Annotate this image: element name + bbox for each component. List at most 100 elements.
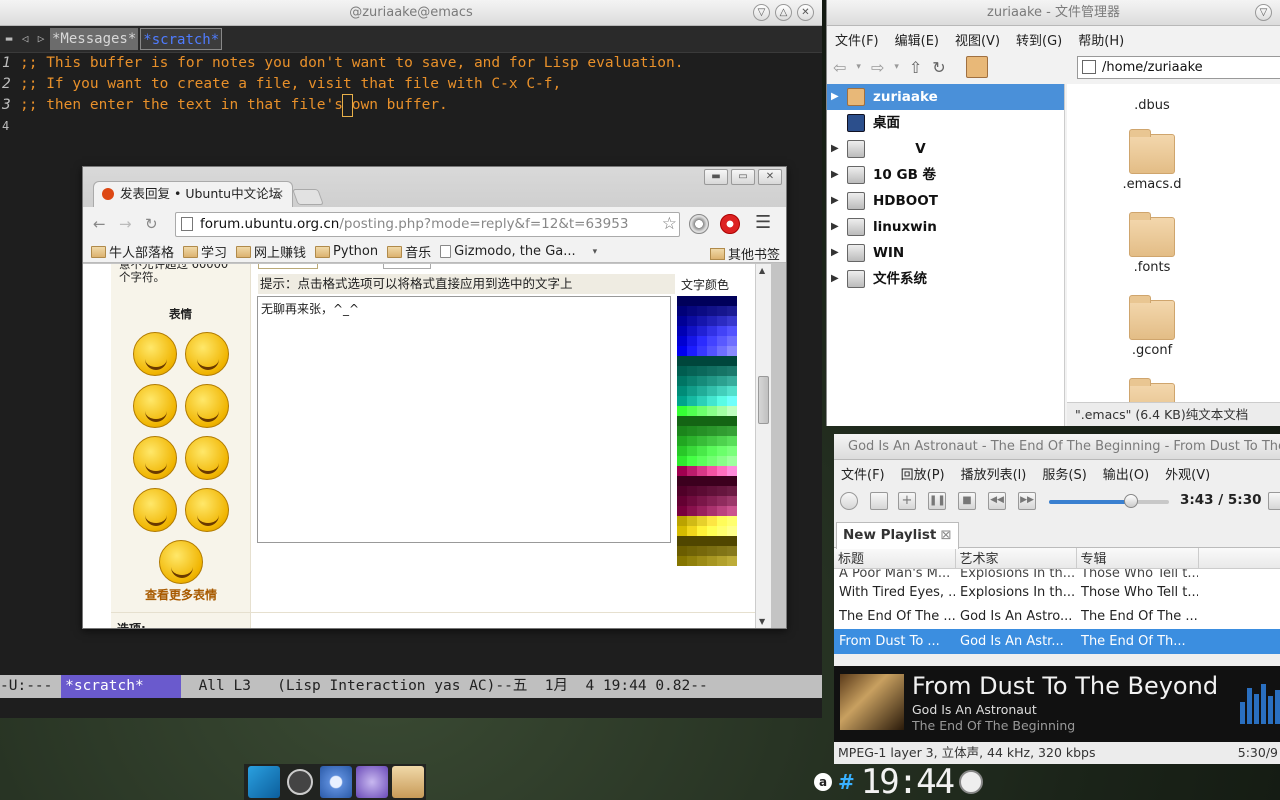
color-swatch[interactable]	[717, 516, 727, 526]
color-swatch[interactable]	[727, 376, 737, 386]
expand-icon[interactable]: ▶	[831, 84, 839, 110]
color-swatch[interactable]	[727, 476, 737, 486]
color-swatch[interactable]	[677, 386, 687, 396]
smiley-icon[interactable]	[133, 384, 177, 428]
color-swatch[interactable]	[697, 386, 707, 396]
menu-view[interactable]: 视图(V)	[955, 30, 1000, 49]
color-swatch[interactable]	[717, 296, 727, 306]
color-swatch[interactable]	[687, 556, 697, 566]
more-emoticons-link[interactable]: 查看更多表情	[111, 586, 251, 603]
menu-appearance[interactable]: 外观(V)	[1165, 464, 1210, 483]
color-swatch[interactable]	[707, 306, 717, 316]
color-swatch[interactable]	[727, 526, 737, 536]
file-item[interactable]	[1107, 378, 1197, 402]
menu-playback[interactable]: 回放(P)	[901, 464, 945, 483]
color-swatch[interactable]	[687, 316, 697, 326]
menu-output[interactable]: 输出(O)	[1103, 464, 1149, 483]
color-swatch[interactable]	[697, 396, 707, 406]
previous-icon[interactable]: ◀◀	[988, 492, 1006, 510]
color-swatch[interactable]	[717, 486, 727, 496]
page-scrollbar[interactable]: ▲ ▼	[755, 264, 771, 628]
color-swatch[interactable]	[727, 536, 737, 546]
table-row[interactable]: The End Of The ... God Is An Astro... The …	[834, 605, 1280, 630]
color-swatch[interactable]	[677, 406, 687, 416]
color-swatch[interactable]	[707, 436, 717, 446]
bookmark-folder[interactable]: 音乐	[387, 242, 431, 261]
color-swatch[interactable]	[697, 336, 707, 346]
file-item[interactable]: .gconf	[1107, 295, 1197, 358]
expand-icon[interactable]: ▶	[831, 188, 839, 214]
color-swatch[interactable]	[727, 466, 737, 476]
color-swatch[interactable]	[687, 356, 697, 366]
color-swatch[interactable]	[697, 556, 707, 566]
menu-file[interactable]: 文件(F)	[841, 464, 885, 483]
home-icon[interactable]	[965, 56, 988, 78]
table-row[interactable]: From Dust To ... God Is An Astr... The End…	[834, 629, 1280, 654]
color-swatch[interactable]	[687, 486, 697, 496]
color-swatch[interactable]	[677, 326, 687, 336]
color-swatch[interactable]	[727, 346, 737, 356]
color-swatch[interactable]	[687, 456, 697, 466]
menu-services[interactable]: 服务(S)	[1042, 464, 1086, 483]
color-swatch[interactable]	[697, 346, 707, 356]
star-icon[interactable]: ☆	[662, 213, 677, 236]
color-swatch[interactable]	[717, 346, 727, 356]
smiley-icon[interactable]	[185, 436, 229, 480]
color-swatch[interactable]	[707, 476, 717, 486]
color-swatch[interactable]	[727, 396, 737, 406]
color-swatch[interactable]	[697, 356, 707, 366]
color-swatch[interactable]	[687, 296, 697, 306]
color-swatch[interactable]	[697, 296, 707, 306]
table-row[interactable]: With Tired Eyes, ... Explosions In th... T…	[834, 580, 1280, 605]
color-swatch[interactable]	[697, 436, 707, 446]
color-swatch[interactable]	[717, 436, 727, 446]
color-swatch[interactable]	[707, 346, 717, 356]
color-swatch[interactable]	[707, 516, 717, 526]
column-header-album[interactable]: 专辑	[1076, 548, 1199, 569]
network-icon[interactable]: #	[838, 770, 855, 794]
reload-icon[interactable]: ↻	[145, 215, 158, 233]
tab-messages[interactable]: *Messages*	[50, 28, 139, 50]
color-swatch[interactable]	[707, 396, 717, 406]
place-item[interactable]: ▶ WIN	[827, 240, 1064, 266]
place-item[interactable]: ▶ 10 GB 卷	[827, 162, 1064, 188]
table-row[interactable]: A Poor Man's M... Explosions In th... Thos…	[834, 568, 1280, 580]
smiley-icon[interactable]	[185, 488, 229, 532]
message-textarea[interactable]: 无聊再来张，^_^	[257, 296, 671, 543]
color-swatch[interactable]	[727, 436, 737, 446]
dropdown-icon[interactable]: ▾	[894, 62, 899, 72]
close-icon[interactable]: ✕	[758, 169, 782, 185]
smiley-icon[interactable]	[133, 436, 177, 480]
tab-scratch[interactable]: *scratch*	[140, 28, 223, 50]
place-item[interactable]: ▶ V	[827, 136, 1064, 162]
color-swatch[interactable]	[727, 336, 737, 346]
minibuffer[interactable]	[0, 698, 822, 718]
color-swatch[interactable]	[687, 536, 697, 546]
color-swatch[interactable]	[717, 396, 727, 406]
color-swatch[interactable]	[707, 466, 717, 476]
clock[interactable]: 19:44	[861, 765, 955, 799]
scroll-down-icon[interactable]: ▼	[759, 617, 765, 626]
up-icon[interactable]: ⇧	[909, 58, 922, 77]
minimize-icon[interactable]: ▬	[704, 169, 728, 185]
color-swatch[interactable]	[707, 326, 717, 336]
color-swatch[interactable]	[727, 506, 737, 516]
color-swatch[interactable]	[677, 336, 687, 346]
color-swatch[interactable]	[687, 416, 697, 426]
color-swatch[interactable]	[717, 426, 727, 436]
color-swatch[interactable]	[677, 436, 687, 446]
color-swatch[interactable]	[677, 556, 687, 566]
modeline-buffer-name[interactable]: *scratch*	[61, 675, 182, 698]
tabbar-next-icon[interactable]: ▷	[34, 30, 48, 48]
open-icon[interactable]	[870, 492, 888, 510]
pause-icon[interactable]: ❚❚	[928, 492, 946, 510]
playlist-tab[interactable]: New Playlist ⊠	[836, 522, 959, 549]
color-swatch[interactable]	[687, 546, 697, 556]
color-swatch[interactable]	[697, 506, 707, 516]
color-swatch[interactable]	[717, 416, 727, 426]
color-swatch[interactable]	[727, 486, 737, 496]
next-icon[interactable]: ▶▶	[1018, 492, 1036, 510]
color-swatch[interactable]	[727, 356, 737, 366]
color-swatch[interactable]	[707, 546, 717, 556]
color-swatch[interactable]	[727, 416, 737, 426]
